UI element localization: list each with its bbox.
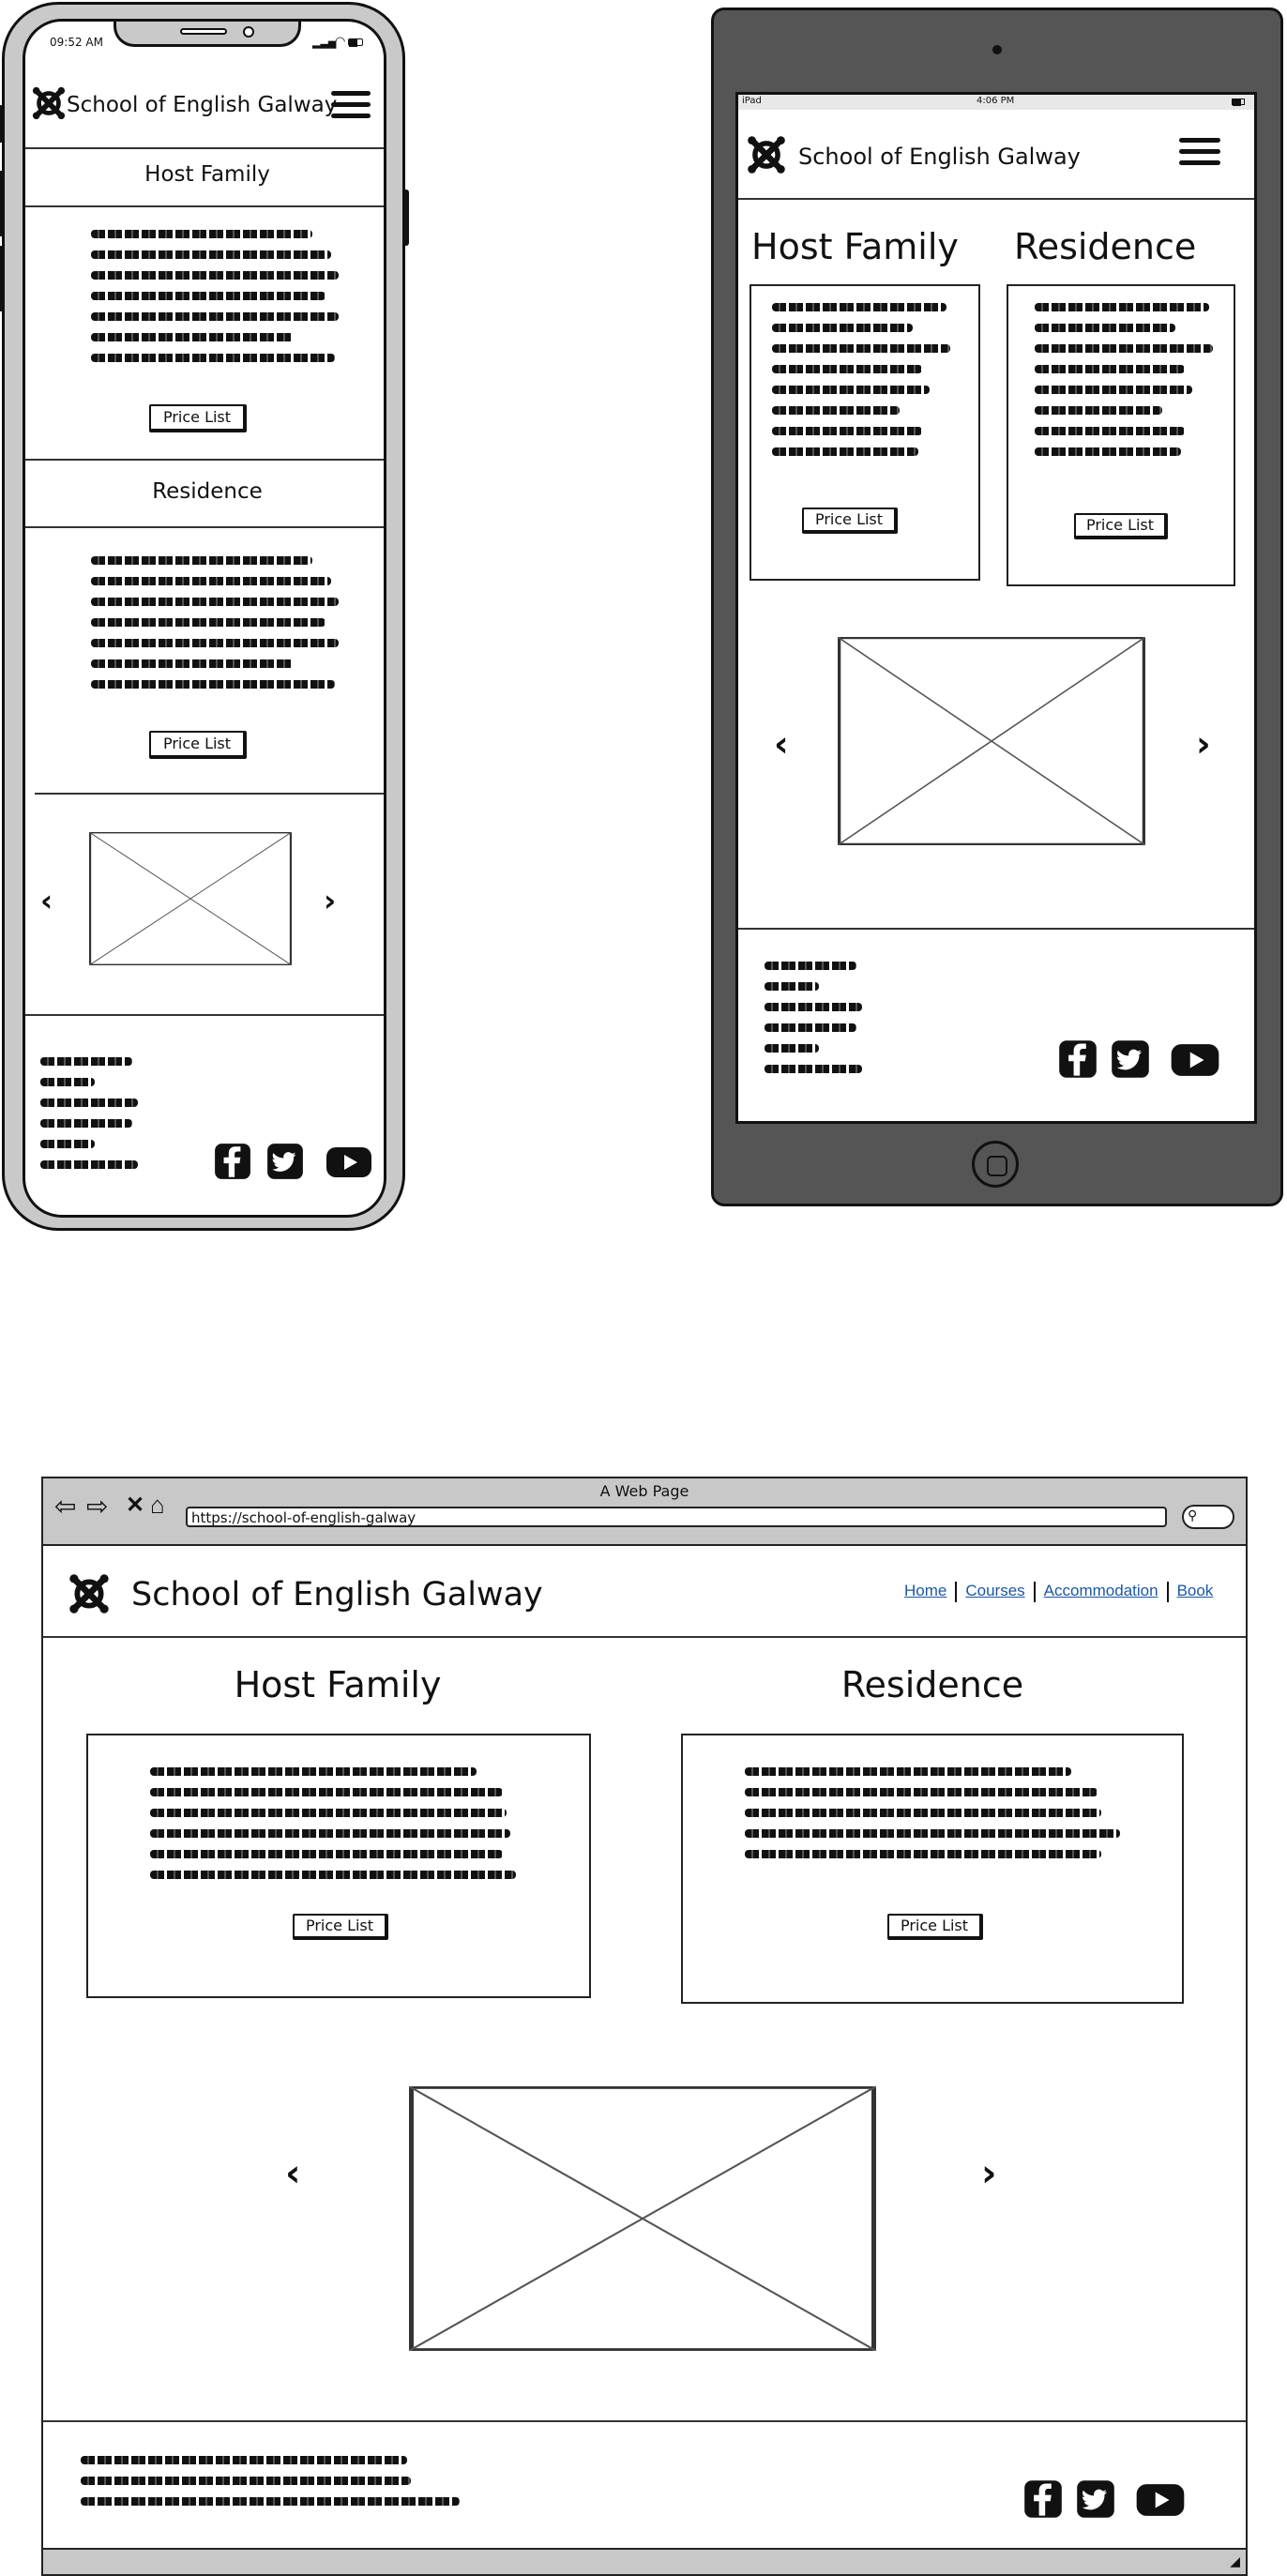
browser-status-bar: ◢ (43, 2548, 1246, 2574)
brand-title: School of English Galway (131, 1576, 543, 1614)
phone-mockup: 09:52 AM ▂▃▅ ◠ School of English Galway … (0, 2, 409, 1233)
section-title-residence: Residence (152, 479, 263, 504)
logo-icon (746, 134, 787, 175)
tablet-mockup: iPad 4:06 PM School of English Galway Ho… (711, 8, 1285, 1208)
section-title-host-family: Host Family (144, 162, 270, 187)
host-family-card: Price List (749, 284, 980, 581)
section-title-host-family: Host Family (234, 1664, 442, 1705)
twitter-icon[interactable] (1075, 2478, 1116, 2520)
logo-icon (68, 1572, 111, 1615)
facebook-icon[interactable] (213, 1142, 252, 1181)
hamburger-menu-icon[interactable] (1179, 138, 1220, 172)
section-title-residence: Residence (840, 1664, 1024, 1705)
chevron-right-icon[interactable]: › (981, 2152, 996, 2195)
divider (738, 198, 1254, 200)
nav-separator (955, 1582, 958, 1602)
phone-side-button (403, 189, 409, 246)
brand-title: School of English Galway (67, 93, 338, 117)
home-icon[interactable]: ⌂ (150, 1492, 165, 1518)
brand-title: School of English Galway (798, 144, 1081, 170)
phone-side-button (0, 171, 4, 236)
phone-screen: 09:52 AM ▂▃▅ ◠ School of English Galway … (23, 19, 386, 1218)
wifi-icon: ◠ (335, 34, 346, 48)
carousel-image-placeholder (409, 2086, 876, 2351)
stop-icon[interactable]: ✕ (126, 1493, 144, 1518)
price-list-button-residence[interactable]: Price List (887, 1914, 983, 1940)
divider (43, 2420, 1246, 2422)
twitter-icon[interactable] (1110, 1038, 1151, 1080)
twitter-icon[interactable] (265, 1142, 305, 1181)
facebook-icon[interactable] (1057, 1038, 1098, 1080)
nav-separator (1166, 1582, 1169, 1602)
price-list-button-residence[interactable]: Price List (1074, 513, 1168, 539)
section-title-residence: Residence (1014, 226, 1197, 267)
forward-icon[interactable]: ⇨ (86, 1493, 108, 1520)
section-title-host-family: Host Family (751, 226, 959, 267)
facebook-icon[interactable] (1022, 2478, 1064, 2520)
address-bar[interactable]: https://school-of-english-galway (186, 1507, 1167, 1527)
battery-icon (1232, 98, 1245, 106)
resize-grip-icon[interactable]: ◢ (1230, 2553, 1240, 2569)
divider (25, 459, 384, 461)
nav-separator (1033, 1582, 1036, 1602)
nav-link-accommodation[interactable]: Accommodation (1044, 1582, 1158, 1599)
status-time: 4:06 PM (977, 96, 1015, 106)
divider (25, 1014, 384, 1016)
youtube-icon[interactable] (1170, 1042, 1220, 1078)
chevron-right-icon[interactable]: › (1196, 723, 1211, 765)
front-camera (243, 26, 254, 38)
hamburger-menu-icon[interactable] (331, 91, 371, 125)
signal-icon: ▂▃▅ (312, 38, 337, 49)
residence-card: Price List (681, 1734, 1184, 2004)
price-list-button-residence[interactable]: Price List (149, 731, 247, 759)
divider (25, 147, 384, 149)
speaker-grill (180, 28, 227, 35)
home-button[interactable] (972, 1141, 1019, 1188)
youtube-icon[interactable] (1135, 2482, 1186, 2518)
youtube-icon[interactable] (326, 1145, 372, 1179)
logo-icon (31, 85, 67, 121)
status-time: 09:52 AM (50, 36, 103, 49)
chevron-left-icon[interactable]: ‹ (774, 723, 789, 765)
status-device: iPad (742, 96, 762, 106)
tablet-camera (992, 45, 1002, 54)
price-list-button-host-family[interactable]: Price List (293, 1914, 388, 1940)
phone-side-button (0, 105, 4, 143)
back-icon[interactable]: ⇦ (54, 1493, 76, 1520)
window-title: A Web Page (599, 1482, 689, 1500)
search-field[interactable]: ⚲ (1182, 1505, 1234, 1529)
chevron-right-icon[interactable]: › (324, 883, 336, 918)
divider (25, 526, 384, 528)
chevron-left-icon[interactable]: ‹ (40, 883, 53, 918)
url-text: https://school-of-english-galway (191, 1509, 416, 1526)
tablet-screen: iPad 4:06 PM School of English Galway Ho… (735, 92, 1257, 1124)
price-list-button-host-family[interactable]: Price List (149, 404, 247, 432)
nav-link-book[interactable]: Book (1177, 1582, 1214, 1599)
divider (738, 928, 1254, 930)
divider (35, 793, 384, 795)
main-nav: Home Courses Accommodation Book (904, 1582, 1213, 1602)
nav-link-courses[interactable]: Courses (965, 1582, 1024, 1599)
host-family-card: Price List (86, 1734, 591, 1998)
battery-icon (348, 38, 363, 47)
nav-link-home[interactable]: Home (904, 1582, 946, 1599)
chevron-left-icon[interactable]: ‹ (285, 2152, 300, 2195)
phone-side-button (0, 246, 4, 311)
carousel-image-placeholder (89, 832, 292, 965)
divider (25, 205, 384, 207)
divider (43, 1636, 1246, 1638)
price-list-button-host-family[interactable]: Price List (802, 508, 898, 534)
residence-card: Price List (1007, 284, 1235, 586)
desktop-browser-mockup: A Web Page ⇦ ⇨ ✕ ⌂ https://school-of-eng… (41, 1477, 1248, 2576)
carousel-image-placeholder (838, 637, 1145, 845)
search-icon: ⚲ (1188, 1508, 1198, 1523)
